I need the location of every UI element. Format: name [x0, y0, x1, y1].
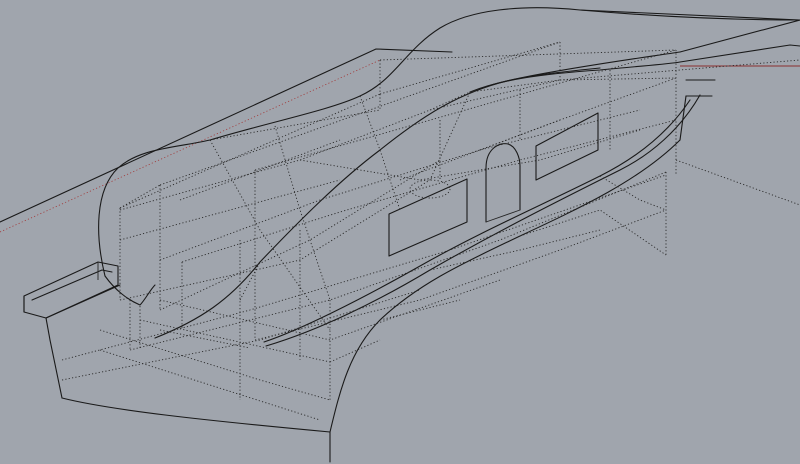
roof-shell: [98, 7, 800, 339]
wireframe-canvas: [0, 7, 800, 463]
window-right: [535, 112, 599, 181]
hull-body: [49, 94, 701, 463]
deck-box: [23, 261, 121, 341]
arched-door: [485, 143, 521, 223]
hidden-edges: [61, 41, 677, 421]
3d-viewport[interactable]: [0, 0, 800, 464]
window-left: [388, 178, 468, 257]
